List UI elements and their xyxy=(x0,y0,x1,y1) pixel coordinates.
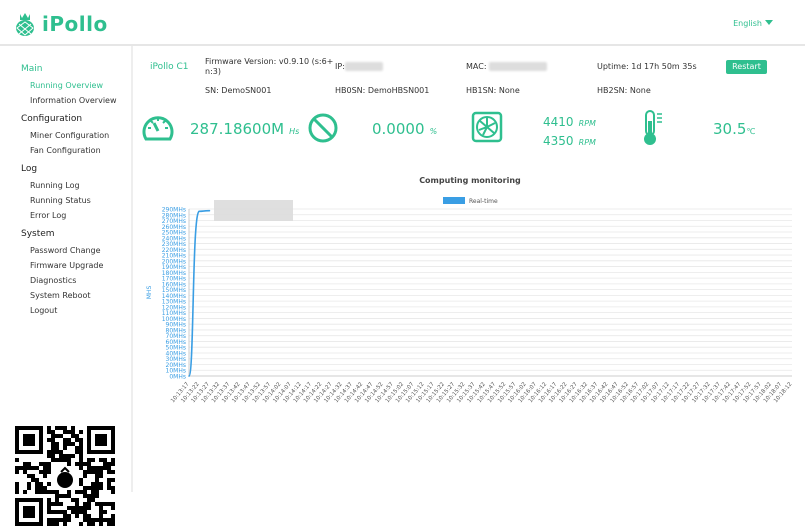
mac-field: MAC: xyxy=(466,62,548,71)
hb1sn: HB1SN: None xyxy=(466,86,520,95)
mac-redacted xyxy=(489,62,548,71)
y-axis-label: MHS xyxy=(146,286,153,300)
reject-unit: % xyxy=(429,127,438,136)
ip-field: IP: xyxy=(335,62,383,71)
restart-button[interactable]: Restart xyxy=(726,60,767,74)
uptime: Uptime: 1d 17h 50m 35s xyxy=(597,62,697,71)
language-select[interactable]: English xyxy=(733,19,773,29)
fan1-unit: RPM xyxy=(578,119,596,128)
qr-code xyxy=(15,426,115,526)
firmware-version: Firmware Version: v0.9.10 (s:6+ n:3) xyxy=(205,57,334,76)
speedometer-icon xyxy=(142,116,174,141)
sidebar-item-system-reboot[interactable]: System Reboot xyxy=(30,288,131,303)
sidebar-item-logout[interactable]: Logout xyxy=(30,303,131,318)
sidebar-item-running-log[interactable]: Running Log xyxy=(30,178,131,193)
pineapple-icon xyxy=(16,13,34,36)
sidebar-item-running-overview[interactable]: Running Overview xyxy=(30,78,131,93)
device-name: iPollo C1 xyxy=(150,62,189,72)
series-line xyxy=(188,209,210,377)
sidebar-item-password-change[interactable]: Password Change xyxy=(30,243,131,258)
logo[interactable]: iPollo xyxy=(14,12,108,36)
sidebar-item-diagnostics[interactable]: Diagnostics xyxy=(30,273,131,288)
fan-icon xyxy=(471,111,503,143)
sidebar-item-running-status[interactable]: Running Status xyxy=(30,193,131,208)
hashrate-value: 287.18600M xyxy=(190,120,285,138)
hashrate-chart: 0MHs10MHs20MHs30MHs40MHs50MHs60MHs70MHs8… xyxy=(146,197,794,404)
data-point xyxy=(188,375,190,377)
sn: SN: DemoSN001 xyxy=(205,86,272,95)
temperature-value: 30.5 xyxy=(713,120,747,138)
chart-title: Computing monitoring xyxy=(419,176,521,185)
fan1-speed: 4410 xyxy=(543,115,574,129)
legend-label[interactable]: Real-time xyxy=(469,198,498,205)
data-point xyxy=(208,209,211,212)
hb0sn: HB0SN: DemoHBSN001 xyxy=(335,86,430,95)
ip-redacted xyxy=(344,62,383,71)
sidebar: Main Running Overview Information Overview… xyxy=(0,46,133,526)
temperature-unit: ℃ xyxy=(746,127,756,136)
sidebar-item-error-log[interactable]: Error Log xyxy=(30,208,131,223)
redacted-tooltip xyxy=(214,200,293,221)
sidebar-item-miner-configuration[interactable]: Miner Configuration xyxy=(30,128,131,143)
header: iPollo English xyxy=(0,0,805,46)
ip-label: IP: xyxy=(335,62,345,71)
sidebar-item-information-overview[interactable]: Information Overview xyxy=(30,93,131,108)
logo-text: iPollo xyxy=(42,12,108,36)
sidebar-item-firmware-upgrade[interactable]: Firmware Upgrade xyxy=(30,258,131,273)
sidebar-item-fan-configuration[interactable]: Fan Configuration xyxy=(30,143,131,158)
sidebar-group-main: Main xyxy=(21,64,43,74)
data-point xyxy=(198,210,201,213)
sidebar-group-system: System xyxy=(21,229,55,239)
y-tick-label: 290MHs xyxy=(162,207,186,214)
fan2-unit: RPM xyxy=(578,138,596,147)
sidebar-group-configuration: Configuration xyxy=(21,114,83,124)
hb2sn: HB2SN: None xyxy=(597,86,651,95)
fan2-speed: 4350 xyxy=(543,134,574,148)
hashrate-unit: Hs xyxy=(289,127,300,136)
thermometer-icon xyxy=(644,110,662,145)
reject-icon xyxy=(308,113,338,143)
sidebar-group-log: Log xyxy=(21,164,38,174)
mac-label: MAC: xyxy=(466,62,490,71)
reject-value: 0.0000 xyxy=(372,120,425,138)
legend-swatch[interactable] xyxy=(443,197,465,204)
